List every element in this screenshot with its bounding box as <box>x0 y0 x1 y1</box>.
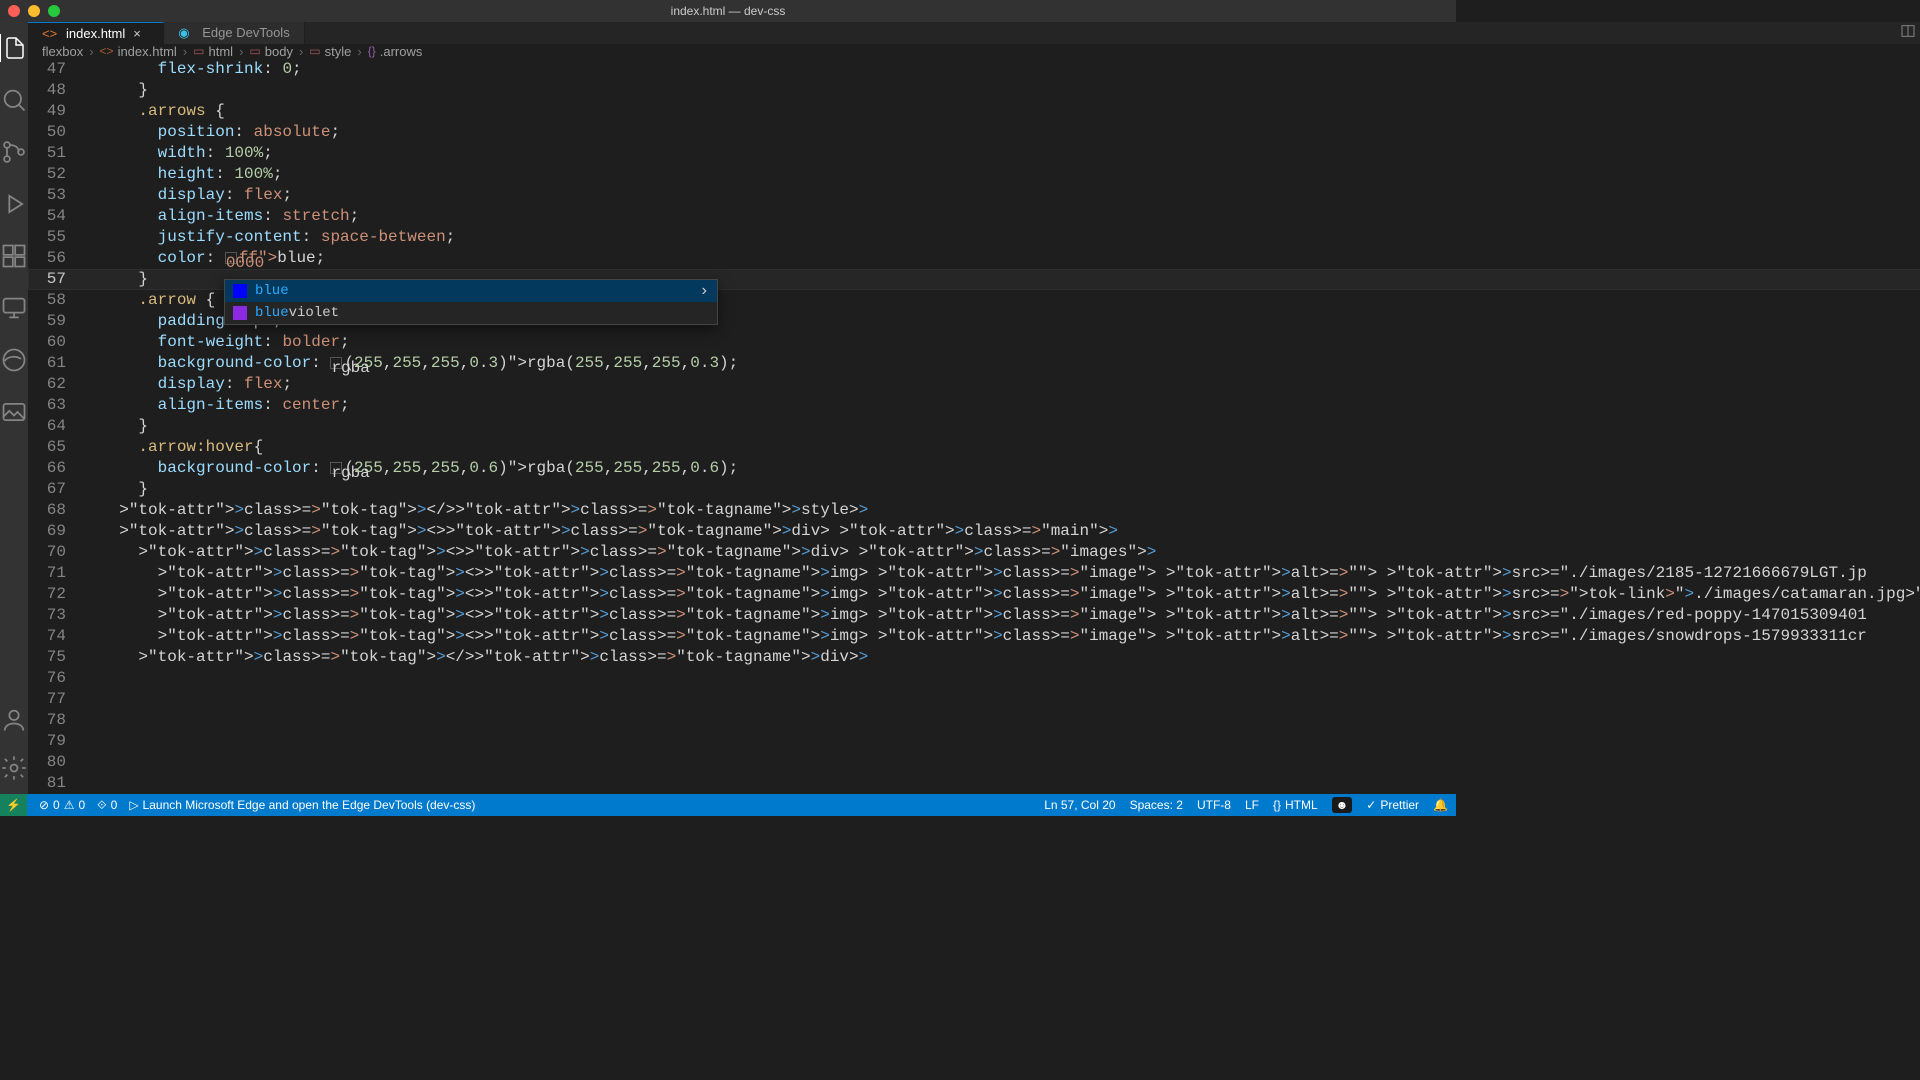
status-bar: ⚡ ⊘0 ⚠0 ⟐0 ▷Launch Microsoft Edge and op… <box>0 794 1456 816</box>
search-icon[interactable] <box>0 86 28 114</box>
ports-forwarded[interactable]: ⟐0 <box>97 798 117 813</box>
window-close-icon[interactable] <box>8 5 20 17</box>
notifications-icon[interactable]: 🔔 <box>1433 798 1448 812</box>
remote-explorer-icon[interactable] <box>0 294 28 322</box>
tweet-feedback-icon[interactable]: ☻ <box>1332 797 1353 813</box>
activity-bar <box>0 22 28 794</box>
indentation[interactable]: Spaces: 2 <box>1130 798 1183 812</box>
language-mode[interactable]: {} HTML <box>1273 798 1318 812</box>
editor-group-left: <> index.html × ◉ Edge DevTools ⋯ flexbo… <box>28 22 1920 794</box>
color-swatch-icon <box>233 284 247 298</box>
breadcrumb-item: ▭body <box>249 44 293 59</box>
html-file-icon: <> <box>42 25 58 41</box>
eol[interactable]: LF <box>1245 798 1259 812</box>
remote-indicator[interactable]: ⚡ <box>0 794 27 816</box>
line-number-gutter: 4748495051525354555657585960616263646566… <box>28 59 84 794</box>
cursor-position[interactable]: Ln 57, Col 20 <box>1044 798 1115 812</box>
run-debug-icon[interactable] <box>0 190 28 218</box>
breadcrumb-item: ▭style <box>309 44 351 59</box>
split-editor-icon[interactable] <box>1900 23 1916 42</box>
explorer-icon[interactable] <box>0 34 27 62</box>
close-icon[interactable]: × <box>133 26 149 41</box>
breadcrumb-item: flexbox <box>42 44 83 59</box>
encoding[interactable]: UTF-8 <box>1197 798 1231 812</box>
image-preview-icon[interactable] <box>0 398 28 426</box>
element-icon: ▭ <box>249 44 260 58</box>
window-minimize-icon[interactable] <box>28 5 40 17</box>
account-icon[interactable] <box>0 706 28 734</box>
settings-gear-icon[interactable] <box>0 754 28 782</box>
element-icon: ▭ <box>309 44 320 58</box>
breadcrumb-item: {}.arrows <box>368 44 423 59</box>
problems-errors[interactable]: ⊘0 ⚠0 <box>39 798 85 812</box>
launch-edge-task[interactable]: ▷Launch Microsoft Edge and open the Edge… <box>129 798 475 812</box>
css-rule-icon: {} <box>368 44 376 58</box>
html-file-icon: <> <box>100 44 114 58</box>
suggest-item-blue[interactable]: blue › <box>225 280 717 302</box>
breadcrumb-item: ▭html <box>193 44 233 59</box>
source-control-icon[interactable] <box>0 138 28 166</box>
chevron-right-icon: › <box>299 44 303 59</box>
tab-edge-devtools[interactable]: ◉ Edge DevTools <box>164 22 304 44</box>
chevron-right-icon: › <box>699 281 709 302</box>
tab-label: index.html <box>66 26 125 41</box>
chevron-right-icon: › <box>357 44 361 59</box>
window-zoom-icon[interactable] <box>48 5 60 17</box>
suggest-item-blueviolet[interactable]: blueviolet <box>225 302 717 324</box>
chevron-right-icon: › <box>183 44 187 59</box>
prettier-status[interactable]: ✓ Prettier <box>1366 798 1419 812</box>
titlebar: index.html — dev-css <box>0 0 1456 22</box>
edge-tools-icon[interactable] <box>0 346 28 374</box>
extensions-icon[interactable] <box>0 242 28 270</box>
code-editor[interactable]: 4748495051525354555657585960616263646566… <box>28 59 1920 794</box>
breadcrumbs[interactable]: flexbox › <>index.html › ▭html › ▭body ›… <box>28 44 1920 59</box>
intellisense-popup[interactable]: blue › blueviolet <box>224 279 718 325</box>
color-swatch-icon <box>233 306 247 320</box>
tab-index-html[interactable]: <> index.html × <box>28 22 164 44</box>
chevron-right-icon: › <box>89 44 93 59</box>
chevron-right-icon: › <box>239 44 243 59</box>
editor-tabbar: <> index.html × ◉ Edge DevTools ⋯ <box>28 22 1920 44</box>
tab-label: Edge DevTools <box>202 25 289 40</box>
element-icon: ▭ <box>193 44 204 58</box>
window-title: index.html — dev-css <box>671 4 786 18</box>
code-content[interactable]: flex-shrink: 0; } .arrows { position: ab… <box>100 59 1920 794</box>
edge-icon: ◉ <box>178 25 194 41</box>
breadcrumb-item: <>index.html <box>100 44 177 59</box>
